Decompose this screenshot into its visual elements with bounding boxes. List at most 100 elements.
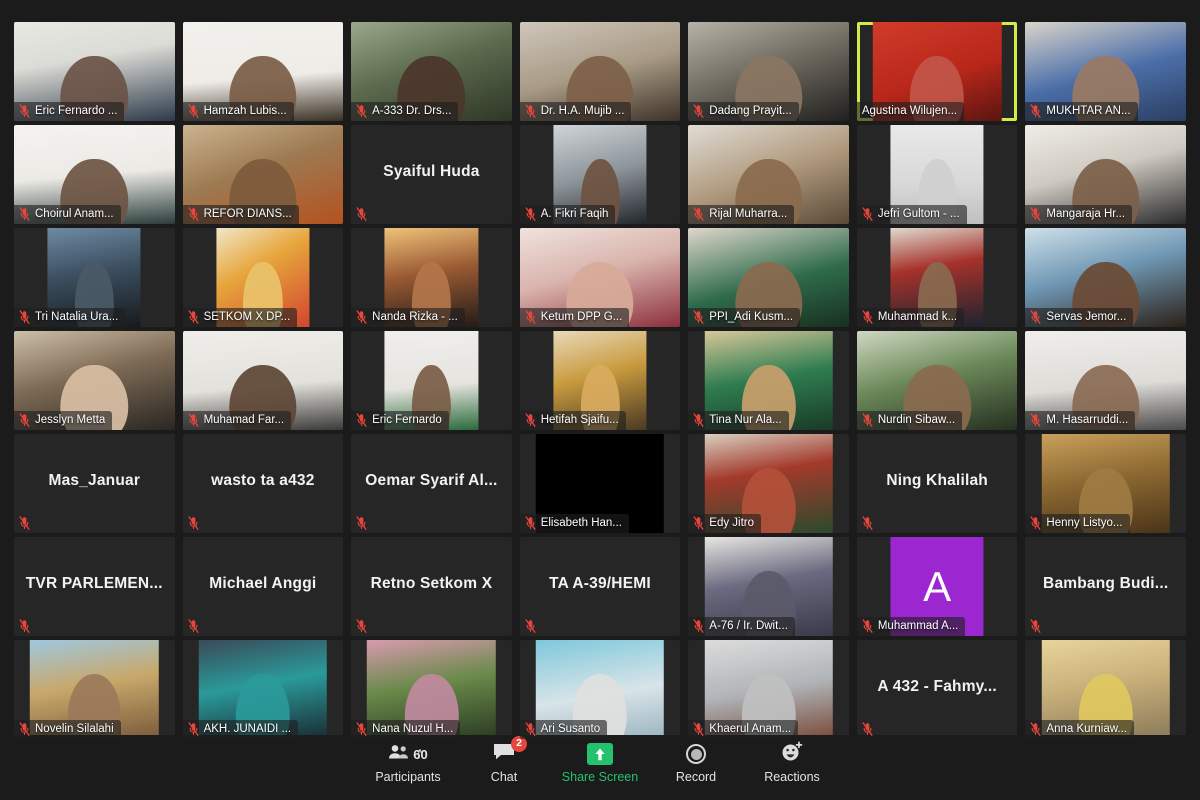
mic-muted-icon	[188, 104, 199, 118]
participant-tile[interactable]: Nana Nuzul H...	[351, 640, 512, 739]
participant-name: Nurdin Sibaw...	[877, 414, 956, 426]
participant-name: Henny Listyo...	[1046, 517, 1123, 529]
participant-name-bar: Henny Listyo...	[1025, 514, 1130, 533]
participant-tile[interactable]: Hamzah Lubis...	[182, 22, 344, 121]
participant-tile[interactable]: A. Fikri Faqih	[519, 125, 681, 224]
mic-muted-icon	[188, 310, 199, 324]
participant-tile[interactable]: Tri Natalia Ura...	[14, 228, 175, 327]
participant-tile[interactable]: Anna Kurniaw...	[1025, 640, 1186, 739]
participant-tile[interactable]: Khaerul Anam...	[688, 640, 849, 739]
participant-tile[interactable]: Eric Fernardo ...	[14, 22, 175, 121]
participant-name: Dadang Prayit...	[709, 105, 792, 117]
mic-muted-icon	[356, 310, 367, 324]
participant-name: Rijal Muharra...	[709, 208, 788, 220]
participant-tile[interactable]: A 432 - Fahmy...	[856, 640, 1018, 739]
participant-name-bar: Tina Nur Ala...	[688, 411, 789, 430]
participant-tile[interactable]: Muhammad k...	[856, 228, 1018, 327]
participant-name: Nana Nuzul H...	[372, 723, 454, 735]
participant-tile[interactable]: Ari Susanto	[519, 640, 681, 739]
record-button[interactable]: Record	[648, 741, 744, 784]
participant-tile[interactable]: Ning Khalilah	[856, 434, 1018, 533]
mic-muted-icon	[862, 413, 873, 427]
participant-name: Ari Susanto	[540, 723, 601, 735]
participant-name: Jefri Gultom - ...	[877, 208, 960, 220]
participant-status-bar	[857, 720, 880, 739]
participant-tile[interactable]: A-333 Dr. Drs...	[351, 22, 512, 121]
participant-tile[interactable]: Jefri Gultom - ...	[856, 125, 1018, 224]
participant-name-bar: Muhammad k...	[856, 308, 965, 327]
participant-tile[interactable]: Bambang Budi...	[1025, 537, 1186, 636]
participant-name-bar: Edy Jitro	[688, 514, 762, 533]
participant-tile[interactable]: Jesslyn Metta	[14, 331, 175, 430]
participant-tile[interactable]: TA A-39/HEMI	[519, 537, 681, 636]
participant-tile[interactable]: Elisabeth Han...	[519, 434, 681, 533]
participant-tile[interactable]: A Muhammad A...	[856, 537, 1018, 636]
participant-tile[interactable]: MUKHTAR AN...	[1025, 22, 1186, 121]
mic-muted-icon	[693, 413, 704, 427]
reactions-icon-wrap	[780, 741, 804, 767]
mic-muted-icon	[188, 413, 199, 427]
participant-tile[interactable]: Hetifah Sjaifu...	[519, 331, 681, 430]
participant-name-large: Michael Anggi	[209, 574, 317, 592]
participant-tile[interactable]: Novelin Silalahi	[14, 640, 175, 739]
participant-name-bar: AKH. JUNAIDI ...	[182, 720, 299, 739]
participant-tile[interactable]: Eric Fernardo	[351, 331, 512, 430]
participant-name: M. Hasarruddi...	[1046, 414, 1129, 426]
participant-tile[interactable]: M. Hasarruddi...	[1025, 331, 1186, 430]
participant-tile[interactable]: Syaiful Huda	[351, 125, 512, 224]
participant-tile[interactable]: Michael Anggi	[182, 537, 344, 636]
participant-name-large: A 432 - Fahmy...	[877, 677, 997, 695]
participant-tile[interactable]: Edy Jitro	[688, 434, 849, 533]
participant-tile[interactable]: A-76 / Ir. Dwit...	[688, 537, 849, 636]
share-screen-button[interactable]: Share Screen	[552, 741, 648, 784]
mic-muted-icon	[19, 104, 30, 118]
participant-name-bar: Muhammad A...	[856, 617, 966, 636]
participant-name: MUKHTAR AN...	[1046, 105, 1131, 117]
participant-tile[interactable]: Muhamad Far...	[182, 331, 344, 430]
participant-tile[interactable]: Ketum DPP G...	[519, 228, 681, 327]
participant-tile[interactable]: Rijal Muharra...	[688, 125, 849, 224]
participant-name: Eric Fernardo ...	[35, 105, 118, 117]
participant-tile[interactable]: Nurdin Sibaw...	[856, 331, 1018, 430]
mic-muted-icon	[1030, 619, 1041, 633]
participant-name: SETKOM X DP...	[203, 311, 291, 323]
mic-muted-icon	[1030, 413, 1041, 427]
participant-name: Muhammad k...	[877, 311, 958, 323]
participant-tile[interactable]: SETKOM X DP...	[182, 228, 344, 327]
participant-tile[interactable]: Mas_Januar	[14, 434, 175, 533]
participant-tile[interactable]: Agustina Wilujen...	[856, 22, 1018, 121]
participant-tile[interactable]: AKH. JUNAIDI ...	[182, 640, 344, 739]
participant-tile[interactable]: PPI_Adi Kusm...	[688, 228, 849, 327]
participant-tile[interactable]: Dadang Prayit...	[688, 22, 849, 121]
mic-muted-icon	[1030, 516, 1041, 530]
participant-name-bar: Eric Fernardo ...	[14, 102, 125, 121]
participant-tile[interactable]: wasto ta a432	[182, 434, 344, 533]
participant-tile[interactable]: Henny Listyo...	[1025, 434, 1186, 533]
participant-name: Nanda Rizka - ...	[372, 311, 458, 323]
participant-name-bar: Muhamad Far...	[182, 411, 292, 430]
participant-tile[interactable]: Retno Setkom X	[351, 537, 512, 636]
mic-muted-icon	[525, 722, 536, 736]
participant-status-bar	[1025, 617, 1048, 636]
participant-tile[interactable]: Oemar Syarif Al...	[351, 434, 512, 533]
chat-button[interactable]: 2 Chat	[456, 736, 552, 784]
participant-tile[interactable]: TVR PARLEMEN...	[14, 537, 175, 636]
chevron-up-icon[interactable]: ∧	[416, 747, 423, 758]
participant-name: A-76 / Ir. Dwit...	[709, 620, 788, 632]
participants-button[interactable]: 60 ∧ Participants	[360, 741, 456, 784]
participant-name-bar: Agustina Wilujen...	[856, 102, 965, 121]
participant-tile[interactable]: Dr. H.A. Mujib ...	[519, 22, 681, 121]
participant-tile[interactable]: Tina Nur Ala...	[688, 331, 849, 430]
participant-tile[interactable]: Nanda Rizka - ...	[351, 228, 512, 327]
participant-name-bar: Choirul Anam...	[14, 205, 121, 224]
participant-name: PPI_Adi Kusm...	[709, 311, 794, 323]
participant-name-bar: Mangaraja Hr...	[1025, 205, 1133, 224]
participant-tile[interactable]: Mangaraja Hr...	[1025, 125, 1186, 224]
mic-muted-icon	[1030, 722, 1041, 736]
participant-tile[interactable]: Choirul Anam...	[14, 125, 175, 224]
participant-tile[interactable]: REFOR DIANS...	[182, 125, 344, 224]
participant-name-bar: Servas Jemor...	[1025, 308, 1134, 327]
reactions-button[interactable]: Reactions	[744, 741, 840, 784]
mic-muted-icon	[19, 413, 30, 427]
participant-tile[interactable]: Servas Jemor...	[1025, 228, 1186, 327]
